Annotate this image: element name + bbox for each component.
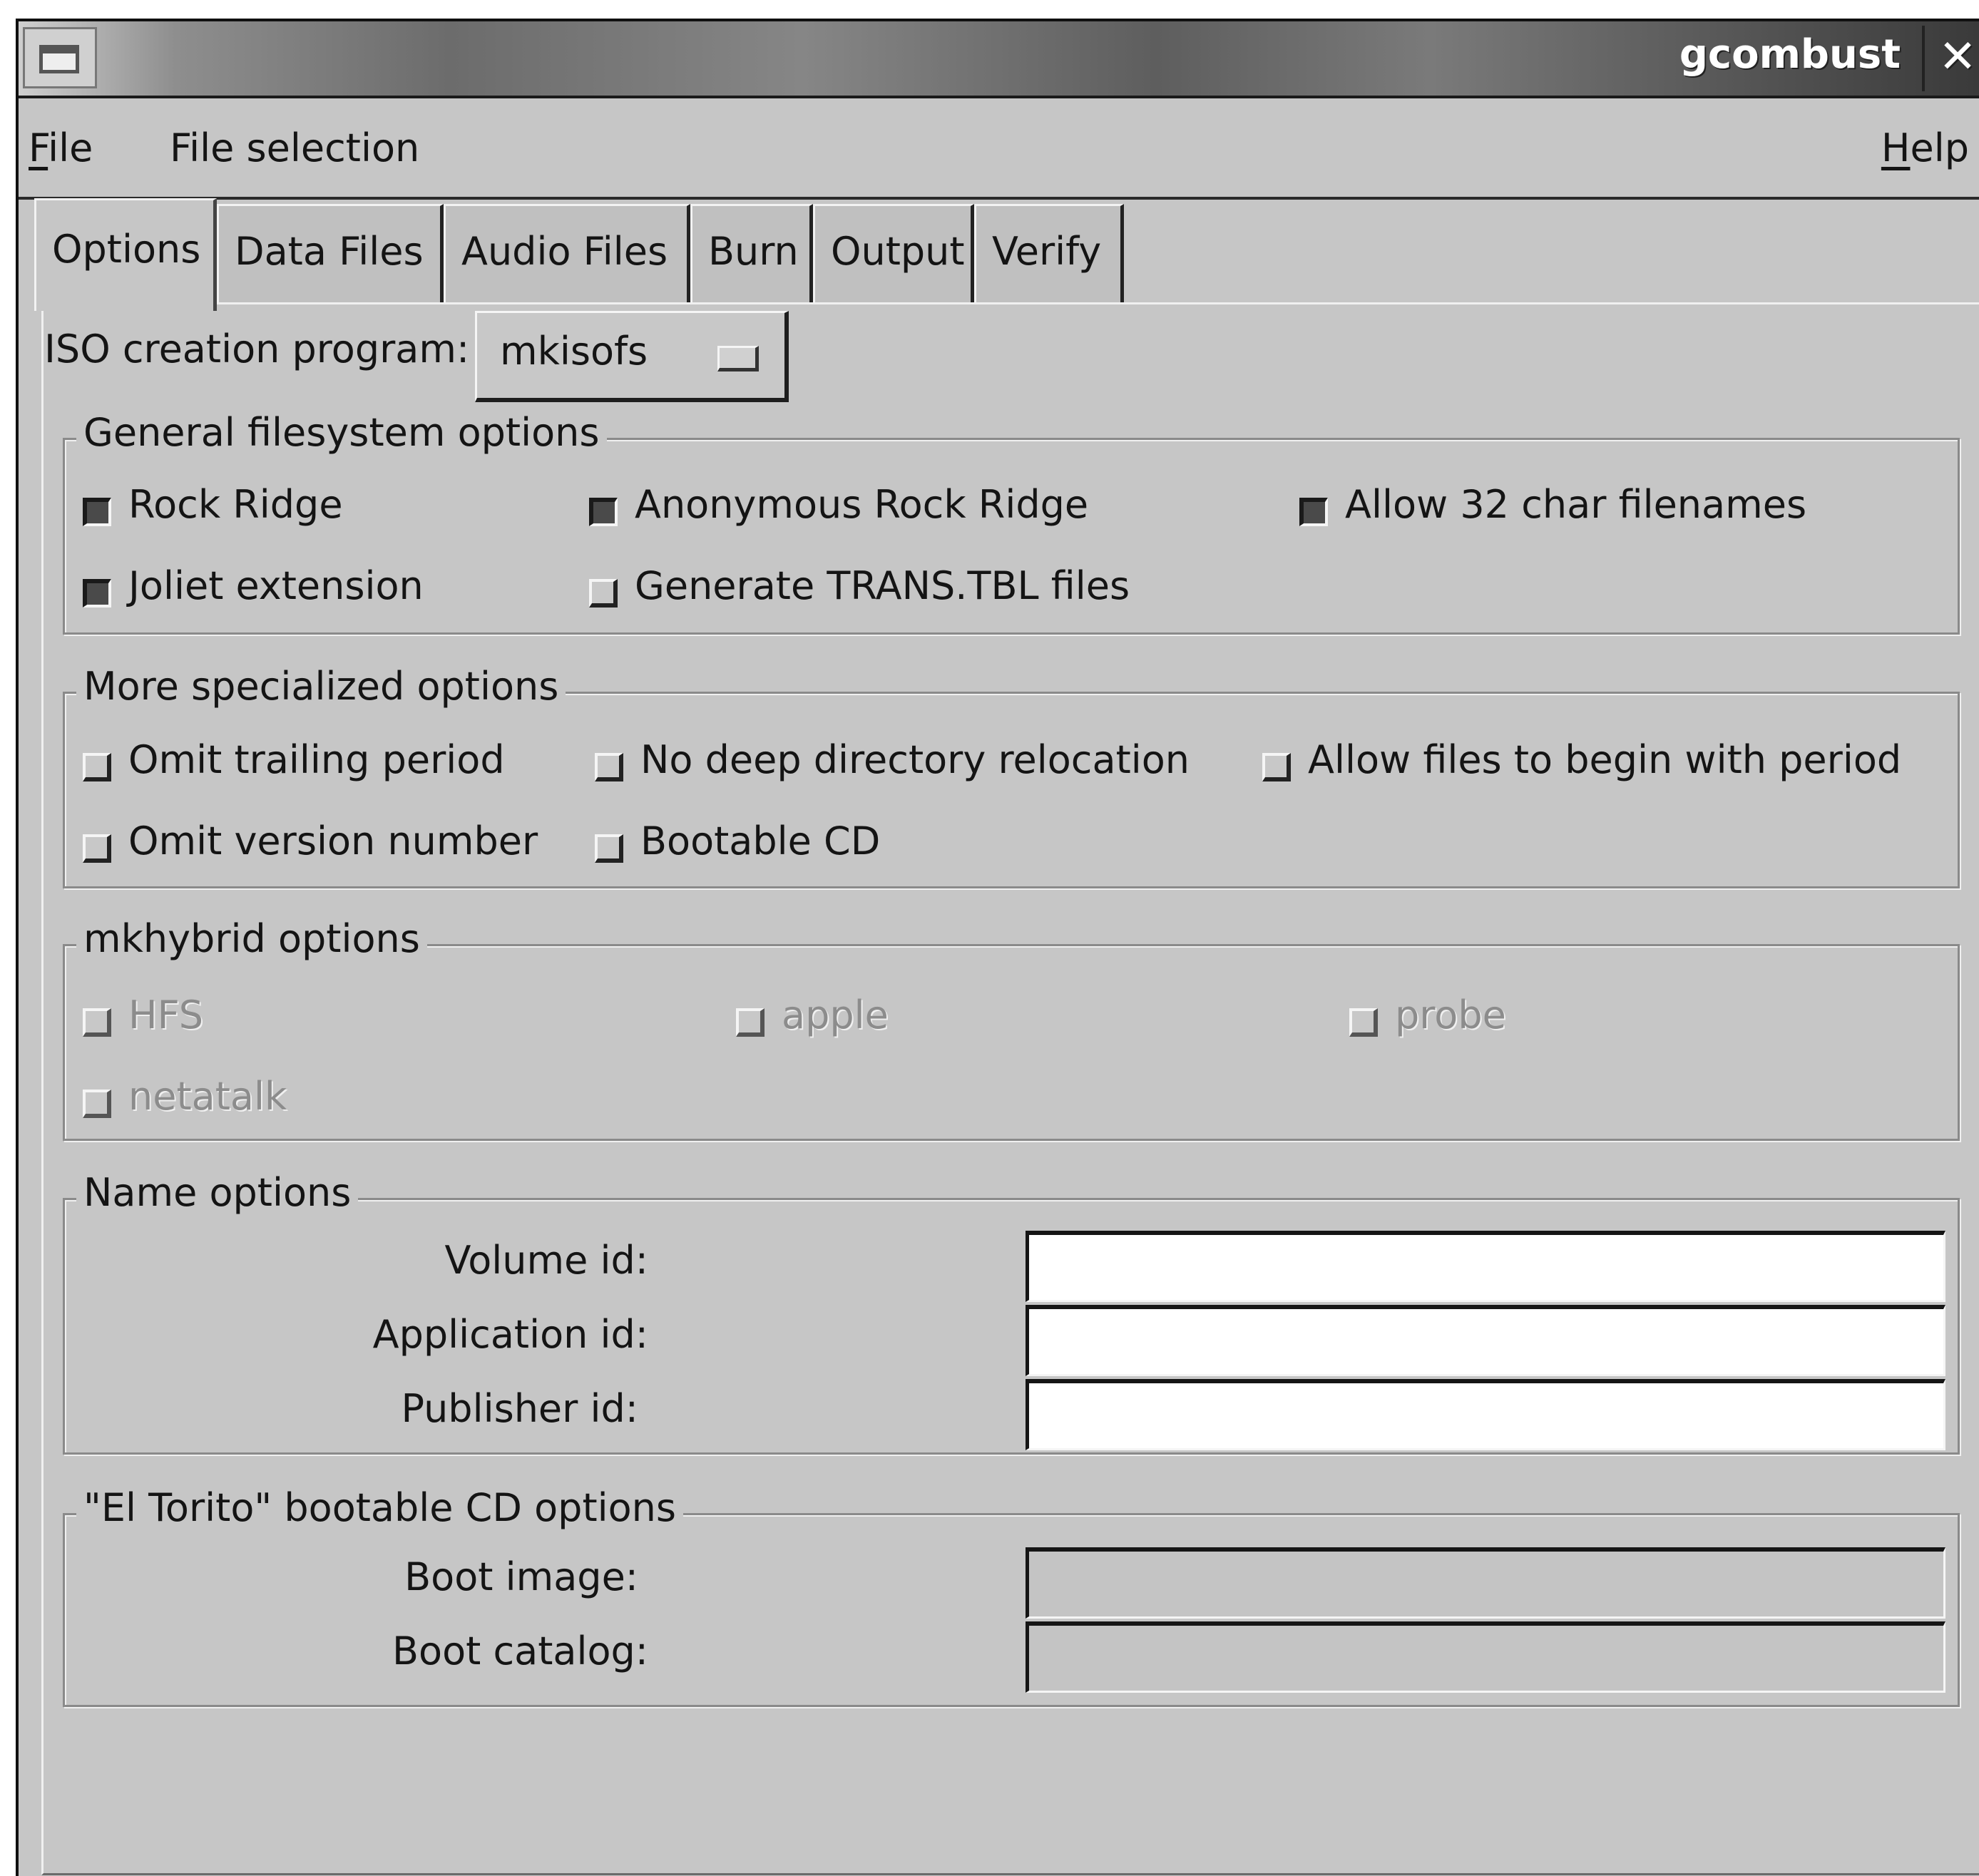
window-title: gcombust xyxy=(1679,31,1901,78)
netatalk-label: netatalk xyxy=(128,1074,287,1119)
application-id-label: Application id: xyxy=(372,1312,648,1357)
probe-label: probe xyxy=(1395,993,1506,1037)
trans-tbl-checkbox[interactable] xyxy=(589,579,618,608)
boot-catalog-field xyxy=(1026,1621,1945,1693)
tab-data-files[interactable]: Data Files xyxy=(217,204,444,304)
joliet-extension-checkbox[interactable] xyxy=(83,579,111,608)
probe-checkbox xyxy=(1349,1008,1378,1037)
publisher-id-field[interactable] xyxy=(1026,1379,1945,1450)
boot-image-field xyxy=(1026,1547,1945,1619)
publisher-id-label: Publisher id: xyxy=(401,1386,638,1431)
no-deep-relocation-checkbox[interactable] xyxy=(595,753,623,781)
gcombust-window: gcombust ✕ File File selection Help Opti… xyxy=(16,19,1979,1876)
bootable-cd-checkbox[interactable] xyxy=(595,834,623,863)
volume-id-input[interactable] xyxy=(1029,1235,1943,1300)
menu-help[interactable]: Help xyxy=(1881,125,1969,170)
rock-ridge-checkbox[interactable] xyxy=(83,498,111,526)
mkhybrid-options-frame: mkhybrid options xyxy=(63,916,1960,1141)
menu-help-rest: elp xyxy=(1910,125,1969,170)
dropdown-indicator-icon xyxy=(717,346,759,371)
menu-bar: File File selection Help xyxy=(19,98,1979,200)
omit-trailing-period-label[interactable]: Omit trailing period xyxy=(128,737,505,782)
hfs-label: HFS xyxy=(128,993,203,1037)
publisher-id-input[interactable] xyxy=(1029,1383,1943,1448)
omit-version-checkbox[interactable] xyxy=(83,834,111,863)
tab-burn[interactable]: Burn xyxy=(690,204,813,304)
omit-trailing-period-checkbox[interactable] xyxy=(83,753,111,781)
menu-file-selection[interactable]: File selection xyxy=(170,125,419,170)
menu-file-accel: F xyxy=(29,125,48,170)
name-options-title: Name options xyxy=(76,1170,359,1215)
title-bar: gcombust ✕ xyxy=(19,21,1979,98)
specialized-options-title: More specialized options xyxy=(76,664,566,709)
tab-options[interactable]: Options xyxy=(34,198,217,311)
tab-output[interactable]: Output xyxy=(813,204,974,304)
title-separator xyxy=(1922,26,1925,91)
omit-version-label[interactable]: Omit version number xyxy=(128,819,538,863)
no-deep-relocation-label[interactable]: No deep directory relocation xyxy=(640,737,1190,782)
application-id-input[interactable] xyxy=(1029,1309,1943,1374)
el-torito-title: "El Torito" bootable CD options xyxy=(76,1485,684,1530)
volume-id-field[interactable] xyxy=(1026,1231,1945,1302)
apple-checkbox xyxy=(736,1008,765,1037)
allow-32-char-checkbox[interactable] xyxy=(1299,498,1328,526)
boot-image-label: Boot image: xyxy=(404,1554,638,1599)
bootable-cd-label[interactable]: Bootable CD xyxy=(640,819,880,863)
hfs-checkbox xyxy=(83,1008,111,1037)
mkhybrid-options-title: mkhybrid options xyxy=(76,916,427,961)
tab-verify[interactable]: Verify xyxy=(974,204,1124,304)
boot-catalog-label: Boot catalog: xyxy=(392,1629,648,1673)
general-filesystem-title: General filesystem options xyxy=(76,410,607,455)
close-icon[interactable]: ✕ xyxy=(1936,29,1979,86)
window-menu-button[interactable] xyxy=(23,27,97,88)
menu-file[interactable]: File xyxy=(29,125,93,170)
rock-ridge-label[interactable]: Rock Ridge xyxy=(128,482,343,527)
volume-id-label: Volume id: xyxy=(444,1238,648,1283)
allow-period-label[interactable]: Allow files to begin with period xyxy=(1308,737,1901,782)
tab-audio-files[interactable]: Audio Files xyxy=(444,204,690,304)
apple-label: apple xyxy=(782,993,889,1037)
allow-32-char-label[interactable]: Allow 32 char filenames xyxy=(1345,482,1806,527)
iso-program-label: ISO creation program: xyxy=(44,327,470,371)
application-id-field[interactable] xyxy=(1026,1305,1945,1376)
iso-program-value: mkisofs xyxy=(500,329,648,374)
trans-tbl-label[interactable]: Generate TRANS.TBL files xyxy=(635,563,1130,608)
iso-program-dropdown[interactable]: mkisofs xyxy=(475,311,789,402)
window-menu-icon xyxy=(39,45,79,73)
menu-file-rest: ile xyxy=(48,125,93,170)
menu-help-accel: H xyxy=(1881,125,1911,170)
anonymous-rock-ridge-checkbox[interactable] xyxy=(589,498,618,526)
joliet-extension-label[interactable]: Joliet extension xyxy=(128,563,424,608)
allow-period-checkbox[interactable] xyxy=(1262,753,1291,781)
anonymous-rock-ridge-label[interactable]: Anonymous Rock Ridge xyxy=(635,482,1088,527)
netatalk-checkbox xyxy=(83,1090,111,1118)
